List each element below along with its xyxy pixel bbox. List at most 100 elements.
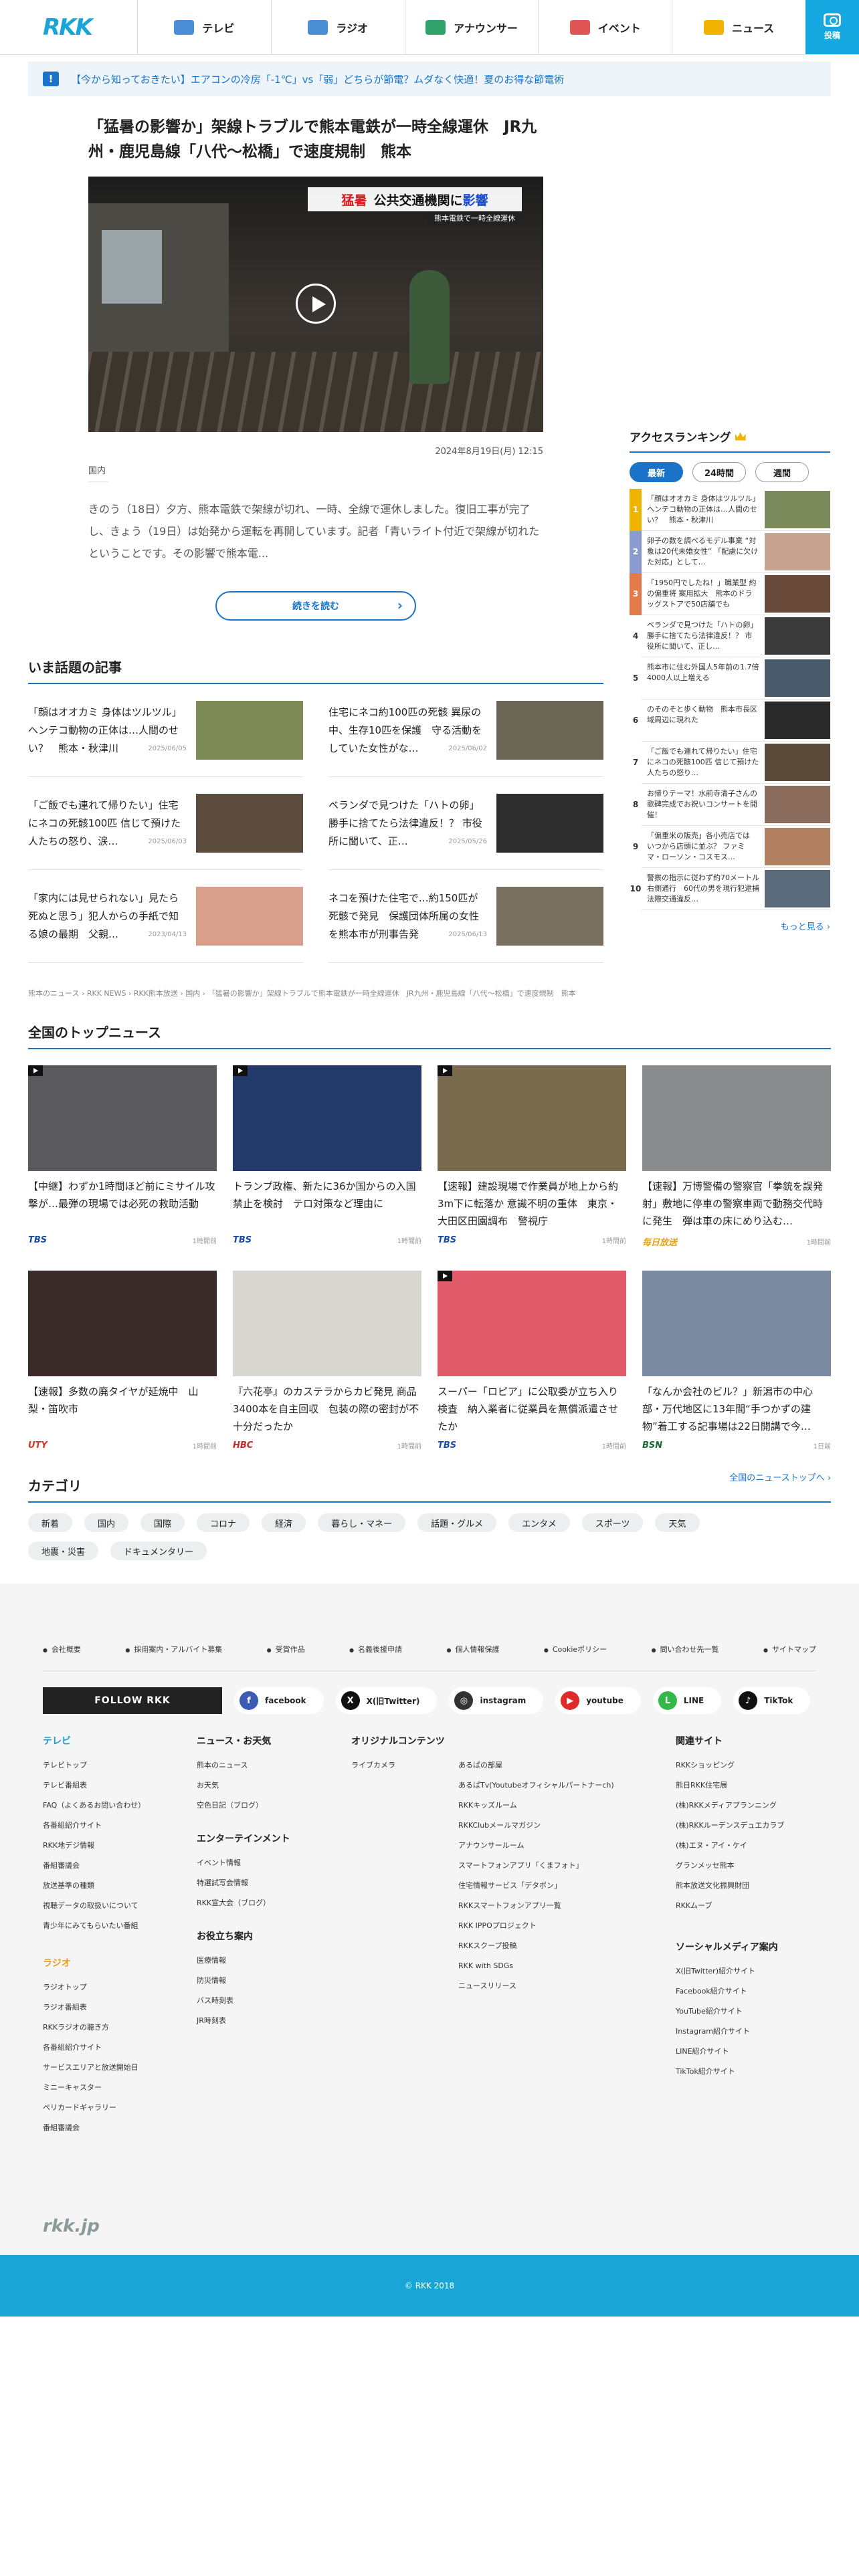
trending-item[interactable]: 「家内には見せられない」見たら死ぬと思う」犯人からの手紙で知る娘の最期 父親… 2… xyxy=(28,870,303,963)
footer-col-link[interactable]: ライブカメラ xyxy=(351,1755,405,1776)
ranking-item[interactable]: 3 「1950円でしたね！」職業型 約の偏重将 案用拡大 熊本のドラッグストアで5… xyxy=(630,572,830,615)
footer-col-link[interactable]: 熊本放送文化振興財団 xyxy=(676,1876,784,1896)
footer-col-link[interactable]: ミニーキャスター xyxy=(43,2078,145,2098)
notice-banner[interactable]: ! 【今から知っておきたい】エアコンの冷房「-1℃」vs「弱」どちらが節電？ムダ… xyxy=(28,62,831,96)
trending-text[interactable]: 住宅にネコ約100匹の死骸 異尿の中、生存10匹を保護 守る活動をしていた女性が… xyxy=(328,704,487,758)
news-card-title[interactable]: 【速報】多数の廃タイヤが延焼中 山梨・笛吹市 xyxy=(28,1383,217,1435)
news-card[interactable]: 『六花亭』のカステラからカビ発見 商品3400本を自主回収 包装の際の密封が不十… xyxy=(233,1271,421,1451)
footer-col-link[interactable]: FAQ（よくあるお問い合わせ） xyxy=(43,1796,145,1816)
ranking-thumbnail[interactable] xyxy=(765,828,830,865)
trending-item[interactable]: 「顔はオオカミ 身体はツルツル」ヘンテコ動物の正体は…人間のせい？ 熊本・秋津川… xyxy=(28,684,303,777)
footer-col-link[interactable]: Instagram紹介サイト xyxy=(676,2022,784,2042)
footer-col-link[interactable]: ラジオトップ xyxy=(43,1977,145,1998)
news-card[interactable]: 【中継】わずか1時間ほど前にミサイル攻撃が…最弾の現場では必死の救助活動 TBS 1… xyxy=(28,1065,217,1248)
ranking-tab-1[interactable]: 24時間 xyxy=(692,462,746,482)
footer-col-link[interactable]: RKKClubメールマガジン xyxy=(458,1816,614,1836)
sns-4[interactable]: L LINE xyxy=(652,1687,722,1714)
ranking-thumbnail[interactable] xyxy=(765,617,830,655)
footer-col-link[interactable]: アナウンサールーム xyxy=(458,1836,614,1856)
nav-item-4[interactable]: ニュース xyxy=(672,0,805,54)
trending-thumbnail[interactable] xyxy=(196,701,303,760)
news-card-image[interactable] xyxy=(438,1065,626,1171)
footer-col-link[interactable]: RKKムーブ xyxy=(676,1896,784,1916)
ranking-item[interactable]: 7 「ご飯でも連れて帰りたい」住宅にネコの死骸100匹 信じて預けた人たちの怒り… xyxy=(630,741,830,784)
footer-col-link[interactable]: 各番組紹介サイト xyxy=(43,1816,145,1836)
category-chip[interactable]: コロナ xyxy=(197,1513,250,1532)
footer-col-link[interactable]: スマートフォンアプリ「くまフォト」 xyxy=(458,1856,614,1876)
ranking-text[interactable]: 「ご飯でも連れて帰りたい」住宅にネコの死骸100匹 信じて預けた人たちの怒り… xyxy=(642,746,765,778)
footer-col-link[interactable]: 特選試写会情報 xyxy=(197,1873,290,1893)
category-chip[interactable]: 暮らし・マネー xyxy=(318,1513,406,1532)
trending-text[interactable]: ベランダで見つけた「ハトの卵」勝手に捨てたら法律違反！？ 市役所に聞いて、正… 2… xyxy=(328,796,487,851)
sns-3[interactable]: ▶ youtube xyxy=(555,1687,641,1714)
footer-col-link[interactable]: RKKスクープ投稿 xyxy=(458,1936,614,1956)
category-chip[interactable]: ドキュメンタリー xyxy=(110,1541,207,1560)
trending-item[interactable]: 住宅にネコ約100匹の死骸 異尿の中、生存10匹を保護 守る活動をしていた女性が… xyxy=(328,684,603,777)
category-chip[interactable]: 国内 xyxy=(84,1513,129,1532)
ranking-thumbnail[interactable] xyxy=(765,491,830,528)
category-chip[interactable]: 新着 xyxy=(28,1513,73,1532)
ranking-text[interactable]: 「偏重米の販売」各小売店では いつから店頭に並ぶ？ ファミマ・ローソン・コスモス… xyxy=(642,831,765,863)
news-card[interactable]: 「なんか会社のビル？」新潟市の中心部・万代地区に13年間“手つかずの建物”着工す… xyxy=(642,1271,831,1451)
news-card-image[interactable] xyxy=(28,1065,217,1171)
footer-col-link[interactable]: サービスエリアと放送開始日 xyxy=(43,2058,145,2078)
nav-item-3[interactable]: イベント xyxy=(538,0,672,54)
news-card[interactable]: 【速報】万博警備の警察官「拳銃を誤発射」敷地に停車の警察車両で動務交代時に発生 … xyxy=(642,1065,831,1248)
ranking-tab-2[interactable]: 週間 xyxy=(755,462,809,482)
trending-thumbnail[interactable] xyxy=(196,887,303,946)
footer-link[interactable]: 会社概要 xyxy=(43,1644,81,1654)
footer-col-link[interactable]: テレビトップ xyxy=(43,1755,145,1776)
sns-2[interactable]: ◎ instagram xyxy=(449,1687,544,1714)
category-chip[interactable]: スポーツ xyxy=(581,1513,644,1532)
footer-col-link[interactable]: 青少年にみてもらいたい番組 xyxy=(43,1916,145,1936)
breadcrumb[interactable]: 熊本のニュース › RKK NEWS › RKK熊本放送 › 国内 › 「猛暑の… xyxy=(28,988,576,998)
nav-item-2[interactable]: アナウンサー xyxy=(404,0,539,54)
ranking-thumbnail[interactable] xyxy=(765,659,830,697)
footer-col-link[interactable]: お天気 xyxy=(197,1776,290,1796)
category-chip[interactable]: 話題・グルメ xyxy=(417,1513,497,1532)
footer-link[interactable]: Cookieポリシー xyxy=(544,1644,607,1654)
footer-col-link[interactable]: (株)RKKルーデンスデュエカラブ xyxy=(676,1816,784,1836)
footer-col-link[interactable]: 放送基準の種類 xyxy=(43,1876,145,1896)
footer-col-link[interactable]: イベント情報 xyxy=(197,1853,290,1873)
category-chip[interactable]: 天気 xyxy=(655,1513,700,1532)
news-card[interactable]: トランプ政権、新たに36か国からの入国禁止を検討 テロ対策など理由に TBS 1時間… xyxy=(233,1065,421,1248)
sns-5[interactable]: ♪ TikTok xyxy=(733,1687,811,1714)
news-card[interactable]: 【速報】多数の廃タイヤが延焼中 山梨・笛吹市 UTY 1時間前 xyxy=(28,1271,217,1451)
footer-col-link[interactable]: ペリカードギャラリー xyxy=(43,2098,145,2118)
footer-link[interactable]: サイトマップ xyxy=(763,1644,816,1654)
news-card-title[interactable]: 『六花亭』のカステラからカビ発見 商品3400本を自主回収 包装の際の密封が不十… xyxy=(233,1383,421,1435)
category-chip[interactable]: 地震・災害 xyxy=(28,1541,99,1560)
category-chip[interactable]: 国際 xyxy=(140,1513,185,1532)
footer-col-tv-title[interactable]: テレビ xyxy=(43,1734,145,1747)
ranking-more-link[interactable]: もっと見る › xyxy=(630,920,830,932)
nav-item-0[interactable]: テレビ xyxy=(137,0,271,54)
category-chip[interactable]: エンタメ xyxy=(508,1513,570,1532)
footer-link[interactable]: 受賞作品 xyxy=(267,1644,305,1654)
nav-item-1[interactable]: ラジオ xyxy=(270,0,405,54)
footer-col-link[interactable]: 各番組紹介サイト xyxy=(43,2038,145,2058)
ranking-item[interactable]: 10 警察の指示に従わず約70メートル右側通行 60代の男を現行犯逮捕 法際交通違… xyxy=(630,867,830,910)
category-chip[interactable]: 経済 xyxy=(262,1513,306,1532)
news-card-image[interactable] xyxy=(642,1065,831,1171)
footer-col-link[interactable]: あるぱの部屋 xyxy=(458,1755,614,1776)
site-logo[interactable]: rkk.jp xyxy=(43,2216,100,2236)
trending-text[interactable]: 「ご飯でも連れて帰りたい」住宅にネコの死骸100匹 信じて預けた人たちの怒り、涙… xyxy=(28,796,187,851)
footer-col-link[interactable]: (株)RKKメディアプランニング xyxy=(676,1796,784,1816)
ranking-item[interactable]: 9 「偏重米の販売」各小売店では いつから店頭に並ぶ？ ファミマ・ローソン・コスモ… xyxy=(630,825,830,868)
read-more-button[interactable]: 続きを読む xyxy=(215,591,416,621)
article-video[interactable]: 猛暑 公共交通機関に影響 熊本電鉄で一時全線運休 xyxy=(88,177,543,432)
news-card[interactable]: スーパー「ロピア」に公取委が立ち入り検査 納入業者に従業員を無償派遣させたか TB… xyxy=(438,1271,626,1451)
footer-col-link[interactable]: グランメッセ熊本 xyxy=(676,1856,784,1876)
logo[interactable]: RKK xyxy=(0,0,137,54)
news-card-title[interactable]: 【速報】万博警備の警察官「拳銃を誤発射」敷地に停車の警察車両で動務交代時に発生 … xyxy=(642,1178,831,1230)
footer-col-link[interactable]: バス時刻表 xyxy=(197,1991,290,2011)
footer-col-link[interactable]: RKK IPPOプロジェクト xyxy=(458,1916,614,1936)
ranking-text[interactable]: のそのそと歩く動物 熊本市長区域周辺に現れた xyxy=(642,704,765,736)
ranking-text[interactable]: ベランダで見つけた「ハトの卵」勝手に捨てたら法律違反！？ 市役所に聞いて、正し… xyxy=(642,620,765,652)
footer-col-link[interactable]: 番組審議会 xyxy=(43,2118,145,2138)
trending-text[interactable]: 「家内には見せられない」見たら死ぬと思う」犯人からの手紙で知る娘の最期 父親… 2… xyxy=(28,889,187,944)
footer-col-link[interactable]: テレビ番組表 xyxy=(43,1776,145,1796)
trending-item[interactable]: 「ご飯でも連れて帰りたい」住宅にネコの死骸100匹 信じて預けた人たちの怒り、涙… xyxy=(28,777,303,870)
footer-col-link[interactable]: ラジオ番組表 xyxy=(43,1998,145,2018)
